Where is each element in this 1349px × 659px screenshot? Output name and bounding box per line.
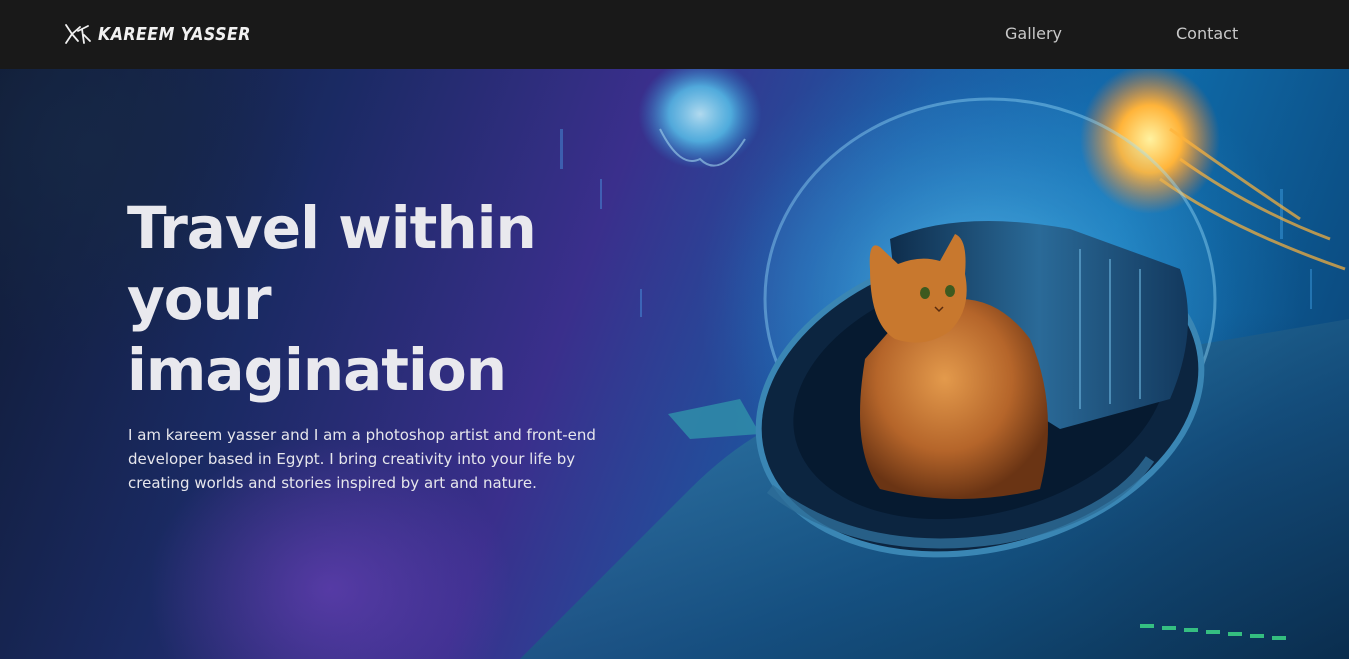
nav-link-contact[interactable]: Contact xyxy=(1176,24,1238,43)
hero-section: Travel within your imagination I am kare… xyxy=(0,69,1349,659)
hero-description: I am kareem yasser and I am a photoshop … xyxy=(128,426,596,492)
nav-link-gallery[interactable]: Gallery xyxy=(1005,24,1062,43)
ky-monogram-icon xyxy=(64,23,92,45)
brand-name: KAREEM YASSER xyxy=(98,23,251,45)
hero-title: Travel within your imagination xyxy=(127,194,537,404)
navbar: KAREEM YASSER Gallery Contact xyxy=(0,0,1349,69)
blue-jellyfish xyxy=(638,69,762,169)
brand-logo[interactable]: KAREEM YASSER xyxy=(64,20,272,48)
